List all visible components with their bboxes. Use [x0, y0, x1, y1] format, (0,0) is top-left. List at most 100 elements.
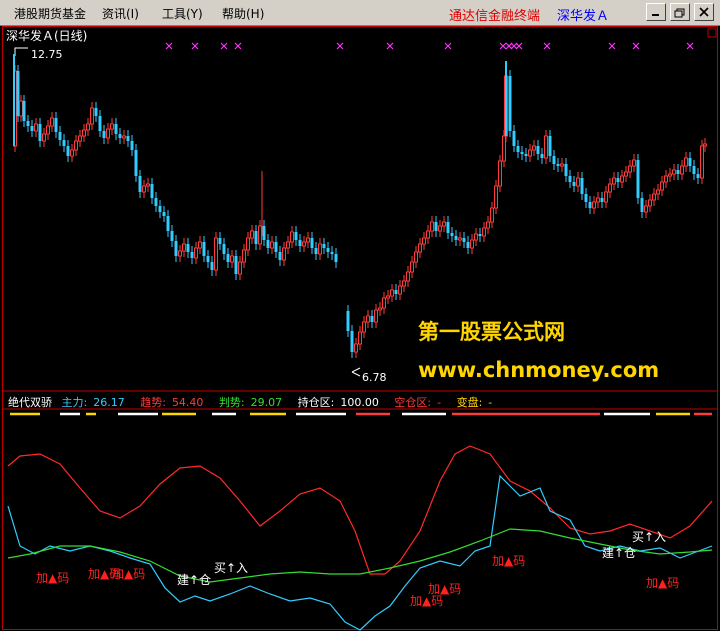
close-icon	[699, 7, 709, 17]
candle-body	[270, 241, 274, 249]
candle-body	[150, 184, 154, 198]
candle-body	[616, 178, 620, 182]
candle-body	[446, 222, 450, 233]
candle-body	[644, 205, 648, 213]
candle-body	[46, 125, 50, 135]
candle-body	[118, 134, 122, 138]
candle-body	[370, 316, 374, 322]
candle-body	[62, 140, 66, 146]
candle-body	[214, 237, 218, 271]
event-marker	[444, 42, 452, 50]
candle-body	[676, 170, 680, 174]
candle-body	[572, 182, 576, 186]
event-marker	[632, 42, 640, 50]
candle-body	[402, 280, 406, 287]
menu-hk-futures-funds[interactable]: 港股期货基金	[14, 5, 86, 22]
candle-body	[430, 221, 434, 232]
candle-body	[624, 171, 628, 177]
restore-button[interactable]	[670, 3, 690, 21]
candle-body	[502, 135, 506, 162]
candle-body	[406, 271, 410, 282]
high-marker	[14, 47, 28, 56]
candle-body	[19, 100, 23, 117]
candle-body	[454, 236, 458, 240]
candle-body	[310, 238, 314, 248]
candle-body	[596, 197, 600, 203]
candle-body	[122, 135, 126, 139]
candle-body	[298, 240, 302, 246]
signal-label: 加▲码	[428, 582, 462, 596]
candle-body	[70, 149, 74, 157]
minimize-button[interactable]	[646, 3, 666, 21]
indicator-empty-zone: 空仓区: -	[394, 396, 442, 409]
candle-body	[102, 131, 106, 138]
candle-body	[254, 231, 258, 244]
signal-label: 建↑仓	[602, 546, 637, 560]
candle-body	[636, 160, 640, 198]
candle-body	[394, 290, 398, 294]
candle-body	[536, 146, 540, 154]
candle-body	[182, 243, 186, 252]
candle-body	[696, 174, 700, 178]
menu-news[interactable]: 资讯(I)	[102, 5, 139, 22]
candle-body	[234, 256, 238, 274]
candle-body	[592, 201, 596, 209]
candle-body	[178, 250, 182, 257]
candle-body	[138, 176, 142, 192]
candle-body	[490, 207, 494, 223]
close-button[interactable]	[694, 3, 714, 21]
candle-body	[410, 261, 414, 273]
candle-body	[512, 131, 516, 146]
event-marker	[515, 42, 523, 50]
event-marker	[543, 42, 551, 50]
candle-body	[608, 183, 612, 193]
candle-body	[346, 311, 350, 331]
menu-help[interactable]: 帮助(H)	[222, 5, 264, 22]
indicator-main-force: 主力: 26.17	[61, 396, 125, 409]
candle-body	[98, 116, 102, 131]
chart-title: 深华发Ａ(日线)	[6, 29, 88, 43]
signal-label: 买↑入	[632, 530, 667, 544]
event-marker	[686, 42, 694, 50]
candle-body	[474, 233, 478, 241]
candle-body	[700, 145, 704, 179]
candle-body	[524, 154, 528, 156]
candle-body	[294, 232, 298, 240]
candle-body	[114, 124, 118, 134]
candle-body	[22, 101, 26, 121]
event-marker	[191, 42, 199, 50]
candle-body	[532, 145, 536, 151]
event-marker	[336, 42, 344, 50]
high-price-label: 12.75	[31, 48, 63, 61]
menu-tools[interactable]: 工具(Y)	[162, 5, 203, 22]
indicator-trend: 趋势: 54.40	[140, 396, 204, 409]
candle-body	[382, 297, 386, 309]
candle-body	[222, 244, 226, 254]
event-marker	[234, 42, 242, 50]
signal-label: 建↑仓	[177, 573, 212, 587]
candle-body	[38, 124, 42, 141]
candle-body	[278, 252, 282, 260]
candle-body	[246, 237, 250, 251]
candle-body	[434, 222, 438, 231]
stock-chart-area[interactable]: 深华发Ａ(日线) 12.75 6.78 第一股票公式网 www.chnmoney…	[0, 26, 720, 631]
candle-body	[50, 117, 54, 127]
candle-body	[668, 173, 672, 177]
candle-body	[34, 123, 38, 132]
candle-body	[146, 183, 150, 187]
candle-body	[262, 226, 266, 240]
candle-body	[350, 331, 354, 352]
candle-body	[494, 185, 498, 209]
candle-body	[414, 251, 418, 263]
indicator-change: 变盘: -	[456, 396, 493, 409]
candle-body	[660, 181, 664, 191]
candle-body	[318, 243, 322, 255]
event-marker	[165, 42, 173, 50]
candle-body	[564, 164, 568, 176]
candle-body	[548, 136, 552, 156]
candle-body	[198, 241, 202, 249]
candle-body	[54, 118, 58, 132]
candle-body	[418, 243, 422, 253]
indicator-hold-zone: 持仓区: 100.00	[297, 396, 379, 409]
candle-body	[604, 191, 608, 203]
